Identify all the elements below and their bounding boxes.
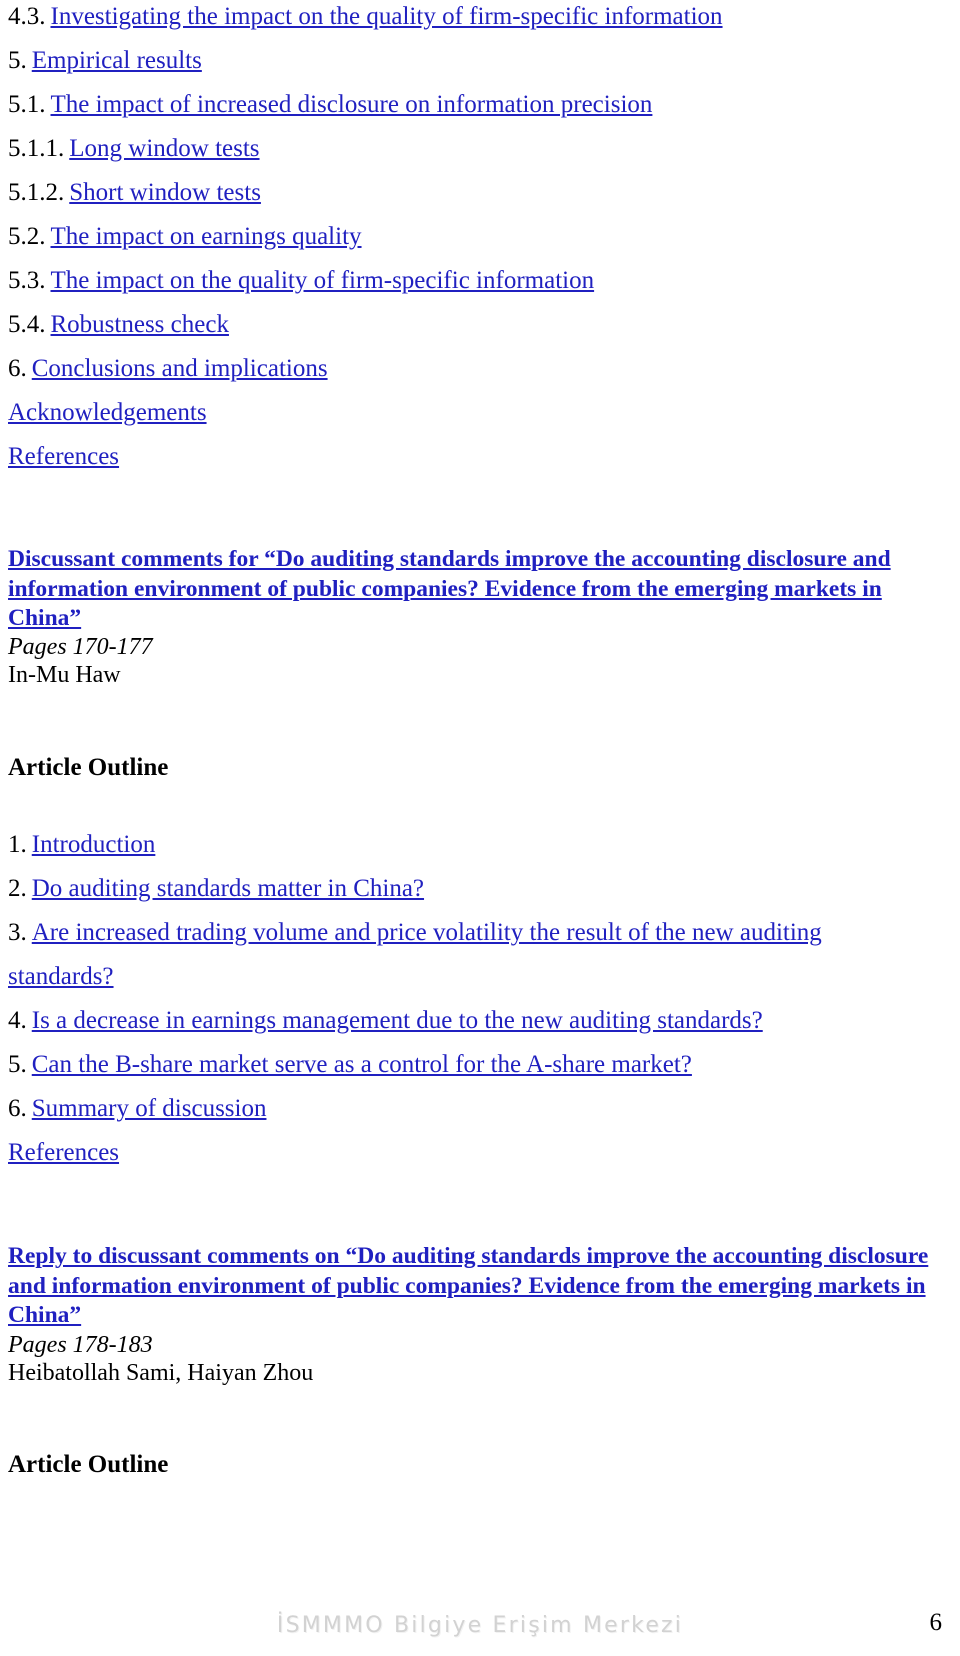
toc-entry-5-4[interactable]: 5.4. Robustness check	[8, 310, 930, 340]
toc-entry-number: 5.1.	[8, 91, 46, 118]
toc-entry-5-1-2[interactable]: 5.1.2. Short window tests	[8, 178, 930, 208]
toc-entry-link[interactable]: Empirical results	[32, 47, 202, 74]
article-one-title-text[interactable]: Discussant comments for “Do auditing sta…	[8, 546, 891, 631]
toc-entry-number: 5.4.	[8, 311, 46, 338]
toc-entry-number: 6.	[8, 355, 27, 382]
toc-entry-link[interactable]: The impact on the quality of firm-specif…	[51, 267, 595, 294]
outline-entry-5[interactable]: 5. Can the B-share market serve as a cont…	[8, 1050, 930, 1080]
article-one-outline-heading: Article Outline	[8, 754, 169, 781]
toc-entry-link[interactable]: Acknowledgements	[8, 399, 207, 426]
article-one-authors: In-Mu Haw	[8, 662, 121, 688]
outline-entry-1[interactable]: 1. Introduction	[8, 830, 930, 860]
toc-entry-5-1[interactable]: 5.1. The impact of increased disclosure o…	[8, 90, 930, 120]
toc-entry-link[interactable]: The impact of increased disclosure on in…	[51, 91, 653, 118]
toc-entry-6[interactable]: 6. Conclusions and implications	[8, 354, 930, 384]
outline-entry-link[interactable]: Summary of discussion	[32, 1095, 267, 1122]
outline-entry-link[interactable]: Are increased trading volume and price v…	[32, 919, 822, 946]
article-two-authors: Heibatollah Sami, Haiyan Zhou	[8, 1360, 314, 1386]
toc-entry-link[interactable]: Short window tests	[69, 179, 261, 206]
toc-entry-5-2[interactable]: 5.2. The impact on earnings quality	[8, 222, 930, 252]
toc-entry-link[interactable]: Long window tests	[69, 135, 259, 162]
toc-entry-link[interactable]: Conclusions and implications	[32, 355, 328, 382]
watermark: İSMMMO Bilgiye Erişim Merkezi	[276, 1613, 684, 1638]
article-one-pages: Pages 170-177	[8, 634, 153, 660]
outline-entry-references[interactable]: References	[8, 1138, 930, 1168]
toc-entry-number: 5.	[8, 47, 27, 74]
article-one-title[interactable]: Discussant comments for “Do auditing sta…	[8, 545, 938, 634]
toc-entry-acknowledgements[interactable]: Acknowledgements	[8, 398, 930, 428]
outline-entry-link[interactable]: Is a decrease in earnings management due…	[32, 1007, 763, 1034]
outline-entry-number: 2.	[8, 875, 27, 902]
toc-entry-number: 5.3.	[8, 267, 46, 294]
outline-entry-3-continuation[interactable]: standards?	[8, 962, 114, 992]
document-page: 4.3. Investigating the impact on the qual…	[0, 0, 960, 1656]
outline-entry-link[interactable]: Do auditing standards matter in China?	[32, 875, 424, 902]
outline-entry-number: 6.	[8, 1095, 27, 1122]
outline-entry-number: 5.	[8, 1051, 27, 1078]
toc-entry-5[interactable]: 5. Empirical results	[8, 46, 930, 76]
toc-entry-number: 4.3.	[8, 3, 46, 30]
outline-entry-number: 4.	[8, 1007, 27, 1034]
outline-entry-number: 1.	[8, 831, 27, 858]
outline-entry-link[interactable]: References	[8, 1139, 119, 1166]
outline-entry-6[interactable]: 6. Summary of discussion	[8, 1094, 930, 1124]
toc-entry-5-1-1[interactable]: 5.1.1. Long window tests	[8, 134, 930, 164]
outline-entry-3[interactable]: 3. Are increased trading volume and price…	[8, 918, 930, 948]
toc-entry-link[interactable]: Investigating the impact on the quality …	[51, 3, 723, 30]
outline-entry-link[interactable]: Can the B-share market serve as a contro…	[32, 1051, 692, 1078]
outline-entry-2[interactable]: 2. Do auditing standards matter in China?	[8, 874, 930, 904]
outline-entry-link[interactable]: Introduction	[32, 831, 156, 858]
toc-entry-5-3[interactable]: 5.3. The impact on the quality of firm-sp…	[8, 266, 930, 296]
article-two-outline-heading: Article Outline	[8, 1451, 169, 1478]
toc-entry-link[interactable]: References	[8, 443, 119, 470]
article-two-pages: Pages 178-183	[8, 1332, 153, 1358]
toc-entry-number: 5.1.2.	[8, 179, 65, 206]
toc-entry-references[interactable]: References	[8, 442, 930, 472]
toc-entry-link[interactable]: The impact on earnings quality	[51, 223, 362, 250]
outline-entry-4[interactable]: 4. Is a decrease in earnings management d…	[8, 1006, 930, 1036]
article-two-title[interactable]: Reply to discussant comments on “Do audi…	[8, 1242, 938, 1331]
toc-entry-number: 5.2.	[8, 223, 46, 250]
toc-entry-4-3[interactable]: 4.3. Investigating the impact on the qual…	[8, 2, 930, 32]
toc-entry-link[interactable]: Robustness check	[51, 311, 229, 338]
toc-entry-number: 5.1.1.	[8, 135, 65, 162]
outline-entry-number: 3.	[8, 919, 27, 946]
page-number: 6	[929, 1609, 943, 1636]
article-two-title-text[interactable]: Reply to discussant comments on “Do audi…	[8, 1243, 928, 1328]
